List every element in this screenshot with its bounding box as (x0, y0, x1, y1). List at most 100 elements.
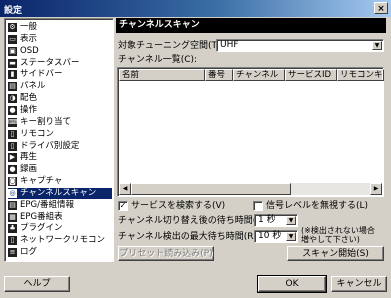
statusbar-icon: ▬ (8, 58, 17, 68)
column-service-id[interactable]: サービスID (285, 69, 337, 81)
epg-icon: ▤ (8, 200, 17, 210)
sidebar-item-label: サイドバー (20, 69, 63, 80)
ignore-signal-label: 信号レベルを無視する(L) (266, 201, 369, 211)
column-number[interactable]: 番号 (205, 69, 233, 81)
column-remote-key[interactable]: リモコンキー (337, 69, 384, 81)
general-icon: ⚙ (8, 23, 17, 32)
record-icon: ● (8, 165, 17, 175)
sidebar-item[interactable]: ◎ チャンネルスキャン (8, 187, 112, 199)
sidebar-item-label: パネル (20, 81, 46, 92)
cancel-button[interactable]: キャンセル (331, 276, 387, 292)
check-icon: ✓ (119, 201, 127, 210)
sidebar-item[interactable]: ◑ 配色 (8, 93, 112, 104)
osd-icon: ▣ (8, 46, 17, 56)
channel-list[interactable]: 名前 番号 チャンネル サービスID リモコンキー ◀ ▶ (117, 67, 384, 197)
keyboard-icon: ⌨ (8, 117, 17, 127)
sidebar-item[interactable]: ● 操作 (8, 105, 112, 116)
sidebar-item-label: 再生 (20, 152, 38, 163)
sidebar-item-label: ステータスバー (20, 57, 80, 68)
sidebar-item[interactable]: ▤ パネル (8, 81, 112, 92)
mouse-icon: ● (8, 105, 17, 115)
sidebar-item-label: プラグイン (20, 223, 63, 234)
sidebar-item-label: 表示 (20, 33, 38, 44)
tuning-space-label: 対象チューニング空間(T): (118, 41, 224, 51)
sidebar-item-label: リモコン (20, 128, 55, 139)
sidebar-item-label: キー割り当て (20, 116, 72, 127)
window-title: 設定 (4, 6, 23, 16)
help-button[interactable]: ヘルプ (4, 276, 70, 292)
channel-list-header: 名前 番号 チャンネル サービスID リモコンキー (119, 69, 384, 81)
chevron-down-icon[interactable]: ▼ (286, 216, 296, 225)
sidebar-icon: ▮ (8, 70, 17, 80)
sidebar-item[interactable]: ▦ EPG番組表 (8, 212, 112, 223)
sidebar-item[interactable]: ▭ 表示 (8, 34, 112, 45)
sidebar-item[interactable]: ▤ EPG/番組情報 (8, 200, 112, 211)
wait-time-select[interactable]: 1 秒 ▼ (254, 214, 298, 227)
driver-icon: ▯ (8, 141, 17, 151)
note-line-1: (※検出されない場合 (301, 226, 375, 235)
sidebar-item[interactable]: ▮ サイドバー (8, 69, 112, 80)
wait-time-label: チャンネル切り替え後の待ち時間(W): (118, 216, 272, 226)
wait-time-value: 1 秒 (258, 215, 276, 225)
scroll-right-icon[interactable]: ▶ (370, 183, 382, 195)
scroll-thumb[interactable] (131, 183, 291, 195)
tuning-space-select[interactable]: UHF ▼ (216, 39, 384, 52)
sidebar-item-label: 一般 (20, 22, 38, 32)
sidebar-item-label: キャプチャ (20, 176, 63, 187)
plugin-icon: ♣ (8, 224, 17, 234)
sidebar-item[interactable]: ▬ ステータスバー (8, 58, 112, 69)
sidebar-item[interactable]: ♣ プラグイン (8, 223, 112, 234)
sidebar-item-label: 録画 (20, 164, 38, 175)
sidebar-item-label: ドライバ別設定 (20, 140, 80, 151)
sidebar-item-label: EPG番組表 (20, 211, 63, 222)
sidebar-item-label: OSD (20, 45, 39, 56)
ok-button[interactable]: OK (257, 275, 327, 293)
sidebar-item-label: ログ (20, 247, 38, 258)
preset-load-button[interactable]: プリセット読み込み(P) (118, 246, 214, 261)
sidebar-item[interactable]: ⚙ 一般 (8, 22, 112, 33)
sidebar-item[interactable]: ▶ 再生 (8, 152, 112, 163)
page-title: チャンネルスキャン (116, 18, 386, 33)
ignore-signal-checkbox[interactable] (253, 201, 263, 211)
sidebar-item-label: EPG/番組情報 (20, 199, 74, 210)
play-icon: ▶ (8, 153, 17, 163)
sidebar-item-label: 操作 (20, 104, 38, 115)
sidebar-item[interactable]: ▯ ネットワークリモコン (8, 235, 112, 246)
sidebar-item[interactable]: ▣ OSD (8, 46, 112, 57)
tuning-space-value: UHF (220, 40, 239, 50)
sidebar-item-label: チャンネルスキャン (20, 187, 97, 198)
log-icon: ≡ (8, 248, 17, 258)
sidebar-item[interactable]: ⌨キー割り当て (8, 117, 112, 128)
channel-list-label: チャンネル一覧(C): (118, 55, 198, 65)
settings-sidebar[interactable]: ⚙一般▭表示▣OSD▬ステータスバー▮サイドバー▤パネル◑配色●操作⌨キー割り当… (4, 18, 114, 262)
sidebar-item[interactable]: ● 録画 (8, 164, 112, 175)
note-line-2: 増やして下さい) (301, 235, 360, 244)
display-icon: ▭ (8, 34, 17, 44)
palette-icon: ◑ (8, 94, 17, 104)
sidebar-item[interactable]: ▯ ドライバ別設定 (8, 141, 112, 152)
sidebar-item-label: ネットワークリモコン (20, 235, 106, 246)
remote-icon: ▯ (8, 129, 17, 139)
window-titlebar: 設定 × (0, 0, 391, 17)
sidebar-item[interactable]: ≡ ログ (8, 247, 112, 258)
scroll-left-icon[interactable]: ◀ (119, 183, 131, 195)
max-wait-select[interactable]: 10 秒 ▼ (254, 230, 298, 243)
chevron-down-icon[interactable]: ▼ (372, 41, 382, 50)
close-button[interactable]: × (374, 2, 388, 14)
panel-icon: ▤ (8, 82, 17, 92)
sidebar-item[interactable]: ▯ リモコン (8, 129, 112, 140)
column-name[interactable]: 名前 (119, 69, 205, 81)
max-wait-label: チャンネル検出の最大待ち時間(R): (118, 232, 261, 242)
column-channel[interactable]: チャンネル (233, 69, 285, 81)
scan-icon: ◎ (8, 188, 17, 198)
epg-table-icon: ▦ (8, 212, 17, 222)
sidebar-item[interactable]: ◙ キャプチャ (8, 176, 112, 187)
sidebar-item-label: 配色 (20, 93, 38, 104)
scan-start-button[interactable]: スキャン開始(S) (287, 246, 384, 261)
max-wait-value: 10 秒 (258, 231, 282, 241)
search-service-checkbox[interactable]: ✓ (118, 201, 128, 211)
network-remote-icon: ▯ (8, 236, 17, 246)
chevron-down-icon[interactable]: ▼ (286, 232, 296, 241)
horizontal-scrollbar[interactable]: ◀ ▶ (119, 183, 382, 195)
camera-icon: ◙ (8, 177, 17, 187)
